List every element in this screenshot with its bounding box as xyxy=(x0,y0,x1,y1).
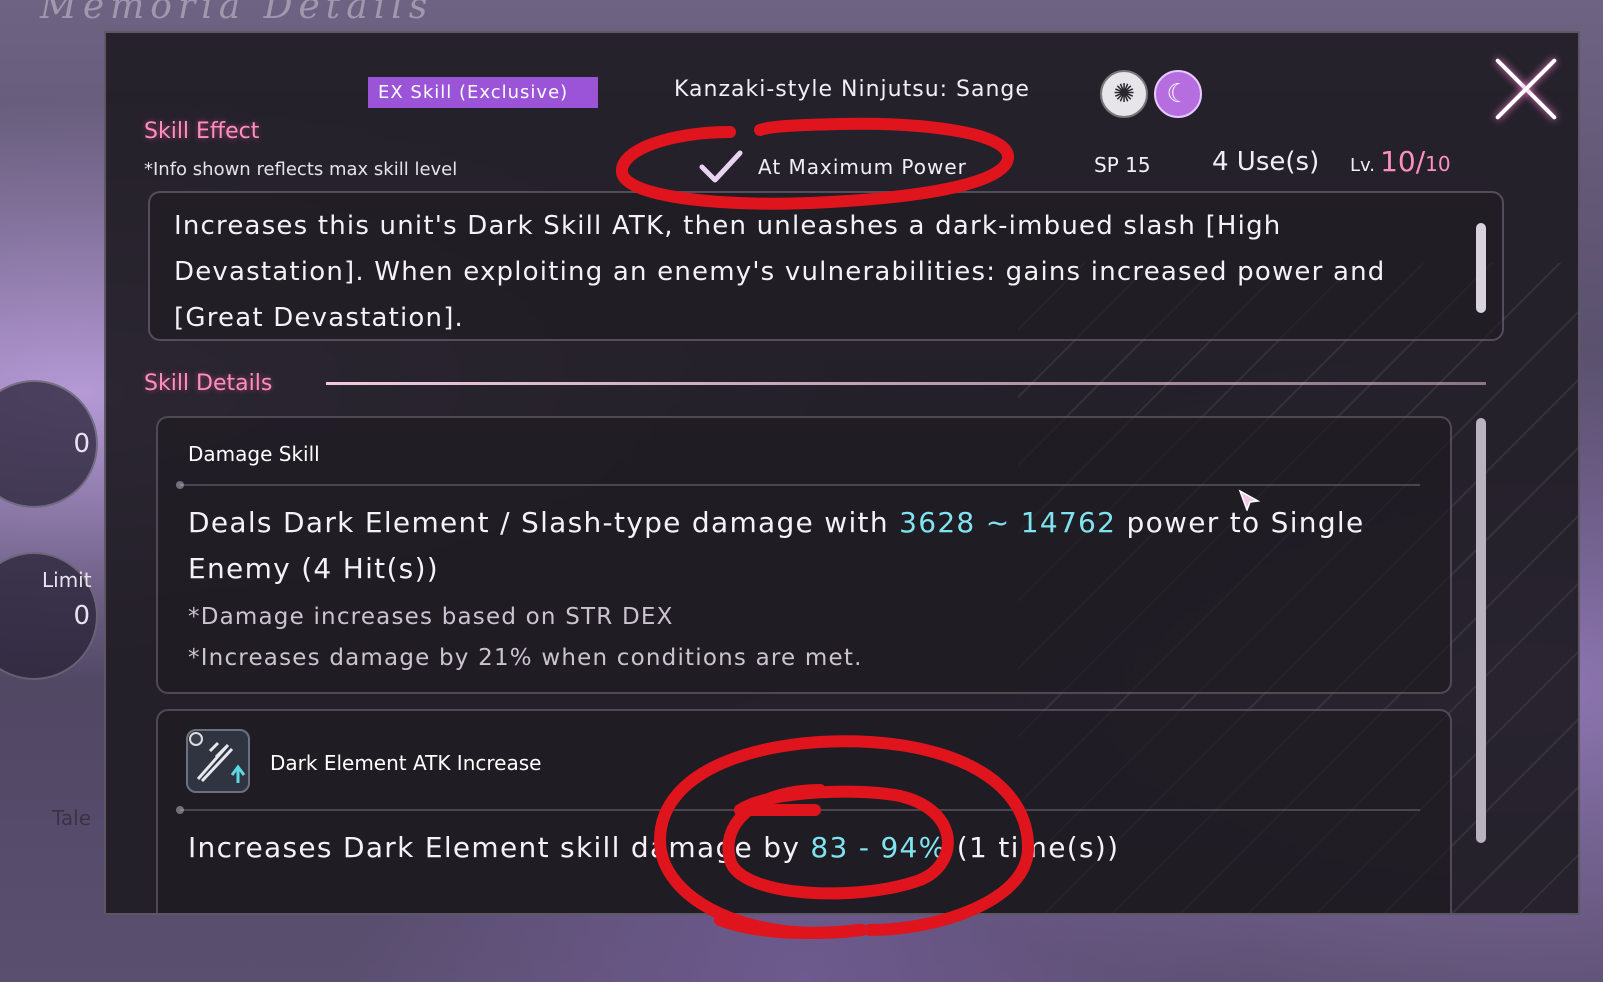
max-power-toggle[interactable]: At Maximum Power xyxy=(698,147,967,187)
use-count: 4 Use(s) xyxy=(1212,147,1320,177)
sp-cost: SP 15 xyxy=(1094,153,1151,177)
max-power-label: At Maximum Power xyxy=(758,155,967,179)
atk-increase-icon xyxy=(186,729,250,793)
crescent-moon-icon: ☾ xyxy=(1154,70,1202,118)
skill-details-title: Skill Details xyxy=(144,371,273,396)
skill-effect-title: Skill Effect xyxy=(144,119,260,144)
max-level-note: *Info shown reflects max skill level xyxy=(144,159,458,180)
level-max: 10 xyxy=(1425,152,1451,176)
details-scrollbar[interactable] xyxy=(1476,418,1486,843)
buff-description: Increases Dark Element skill damage by 8… xyxy=(188,831,1120,864)
damage-note-conditions: *Increases damage by 21% when conditions… xyxy=(188,645,863,671)
damage-note-stats: *Damage increases based on STR DEX xyxy=(188,604,674,630)
card-divider xyxy=(176,481,1420,489)
skill-name: Kanzaki-style Ninjutsu: Sange xyxy=(674,77,1030,102)
effect-scrollbar[interactable] xyxy=(1476,223,1486,313)
ex-skill-badge: EX Skill (Exclusive) xyxy=(368,77,598,108)
skill-effect-box[interactable]: Increases this unit's Dark Skill ATK, th… xyxy=(148,191,1504,341)
skill-effect-description: Increases this unit's Dark Skill ATK, th… xyxy=(174,211,1386,333)
level-value: 10/ xyxy=(1380,145,1426,178)
swirl-element-icon: ✺ xyxy=(1100,70,1148,118)
side-stat-badge-1: 0 xyxy=(0,380,98,508)
skill-level: Lv. 10/10 xyxy=(1350,145,1451,178)
checkmark-icon xyxy=(698,147,744,187)
side-label-limit: Limit xyxy=(42,568,92,592)
buff-percent-range: 83 - 94% xyxy=(810,831,947,864)
background-title: Memoria Details xyxy=(40,0,434,27)
buff-heading: Dark Element ATK Increase xyxy=(270,751,542,775)
dark-atk-increase-card: Dark Element ATK Increase Increases Dark… xyxy=(156,709,1452,913)
card-divider xyxy=(176,806,1420,814)
details-divider xyxy=(326,382,1486,385)
close-button[interactable] xyxy=(1490,55,1558,123)
pointer-cursor-icon xyxy=(1238,489,1260,511)
damage-skill-heading: Damage Skill xyxy=(188,442,320,466)
level-label: Lv. xyxy=(1350,155,1376,176)
damage-description: Deals Dark Element / Slash-type damage w… xyxy=(188,506,1365,585)
memoria-details-dialog: EX Skill (Exclusive) Kanzaki-style Ninju… xyxy=(104,31,1580,915)
damage-power-range: 3628 ~ 14762 xyxy=(899,506,1117,539)
damage-skill-card: Damage Skill Deals Dark Element / Slash-… xyxy=(156,416,1452,694)
side-label-tale: Tale xyxy=(52,806,92,830)
